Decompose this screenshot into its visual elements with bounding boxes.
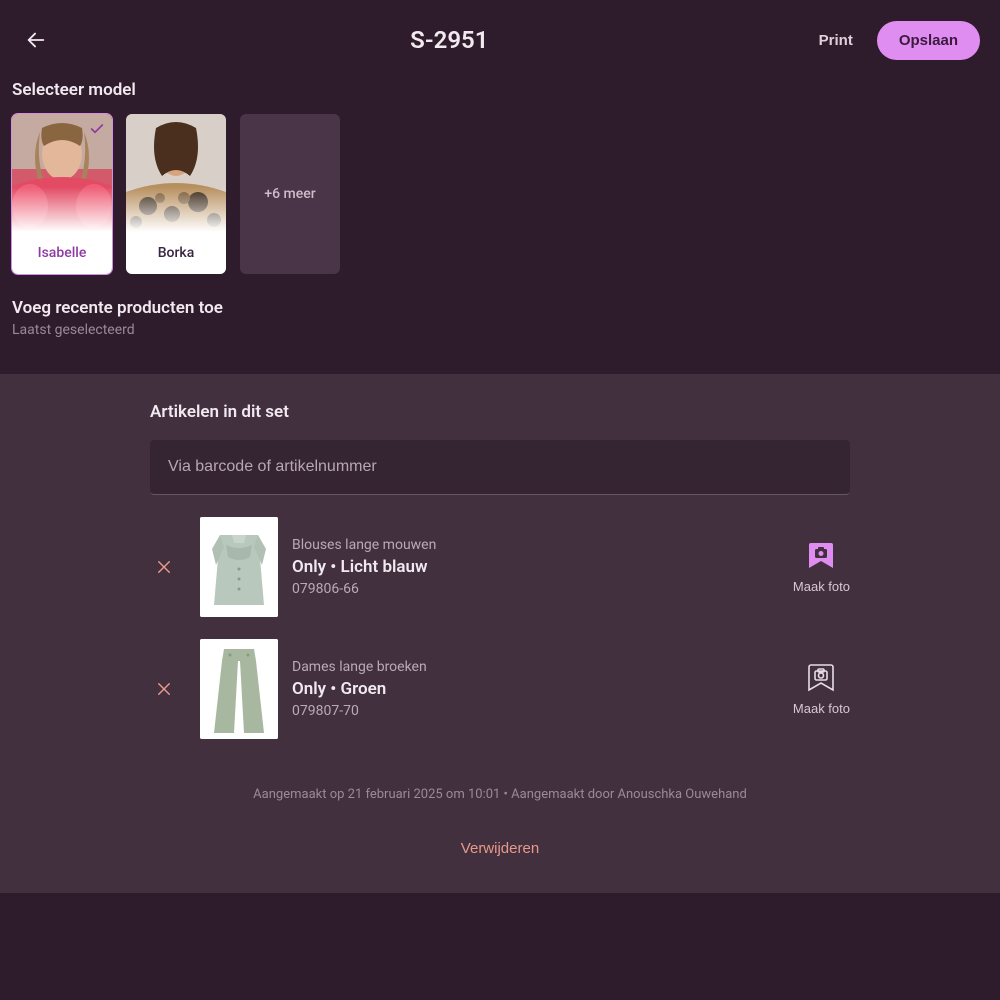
article-search-input[interactable] bbox=[150, 440, 850, 495]
model-more-label: +6 meer bbox=[264, 186, 315, 202]
panel-title: Artikelen in dit set bbox=[150, 402, 850, 422]
recent-products-section: Voeg recente producten toe Laatst gesele… bbox=[0, 274, 1000, 374]
article-thumbnail bbox=[200, 517, 278, 617]
model-label: Borka bbox=[158, 245, 195, 261]
article-category: Dames lange broeken bbox=[292, 659, 779, 675]
make-photo-button[interactable]: Maak foto bbox=[793, 541, 850, 594]
page-title: S-2951 bbox=[80, 26, 819, 54]
remove-article-button[interactable] bbox=[150, 675, 178, 703]
article-name: Only • Groen bbox=[292, 679, 779, 699]
header-actions: Print Opslaan bbox=[819, 21, 980, 60]
make-photo-label: Maak foto bbox=[793, 579, 850, 594]
model-section-title: Selecteer model bbox=[12, 80, 988, 100]
models-row: Isabelle bbox=[12, 114, 988, 274]
article-info: Blouses lange mouwen Only • Licht blauw … bbox=[292, 537, 779, 597]
articles-panel: Artikelen in dit set bbox=[0, 374, 1000, 893]
bookmark-camera-icon bbox=[808, 541, 834, 571]
arrow-left-icon bbox=[25, 29, 47, 51]
article-thumbnail bbox=[200, 639, 278, 739]
header-left bbox=[20, 24, 80, 56]
article-name: Only • Licht blauw bbox=[292, 557, 779, 577]
delete-button[interactable]: Verwijderen bbox=[461, 840, 539, 857]
model-gradient bbox=[126, 187, 226, 232]
save-button[interactable]: Opslaan bbox=[877, 21, 980, 60]
created-meta: Aangemaakt op 21 februari 2025 om 10:01 … bbox=[150, 787, 850, 802]
article-row: Blouses lange mouwen Only • Licht blauw … bbox=[150, 495, 850, 617]
article-category: Blouses lange mouwen bbox=[292, 537, 779, 553]
model-image bbox=[126, 114, 226, 232]
bookmark-camera-icon bbox=[808, 663, 834, 693]
model-label-wrap: Borka bbox=[126, 232, 226, 274]
article-row: Dames lange broeken Only • Groen 079807-… bbox=[150, 617, 850, 739]
article-sku: 079806-66 bbox=[292, 581, 779, 597]
recent-subtitle: Laatst geselecteerd bbox=[12, 322, 988, 338]
make-photo-button[interactable]: Maak foto bbox=[793, 663, 850, 716]
make-photo-label: Maak foto bbox=[793, 701, 850, 716]
model-card-isabelle[interactable]: Isabelle bbox=[12, 114, 112, 274]
article-info: Dames lange broeken Only • Groen 079807-… bbox=[292, 659, 779, 719]
article-sku: 079807-70 bbox=[292, 703, 779, 719]
recent-title: Voeg recente producten toe bbox=[12, 298, 988, 318]
x-icon bbox=[155, 680, 173, 698]
header: S-2951 Print Opslaan bbox=[0, 0, 1000, 80]
bottom-spacer bbox=[0, 893, 1000, 953]
model-gradient bbox=[12, 187, 112, 232]
print-button[interactable]: Print bbox=[819, 32, 853, 49]
check-icon bbox=[89, 121, 105, 137]
model-more-card[interactable]: +6 meer bbox=[240, 114, 340, 274]
back-button[interactable] bbox=[20, 24, 52, 56]
panel-inner: Artikelen in dit set bbox=[150, 402, 850, 857]
remove-article-button[interactable] bbox=[150, 553, 178, 581]
x-icon bbox=[155, 558, 173, 576]
model-label-wrap: Isabelle bbox=[12, 232, 112, 274]
model-label: Isabelle bbox=[38, 245, 87, 261]
model-selector-section: Selecteer model bbox=[0, 80, 1000, 274]
model-selected-check bbox=[88, 120, 106, 138]
model-card-borka[interactable]: Borka bbox=[126, 114, 226, 274]
